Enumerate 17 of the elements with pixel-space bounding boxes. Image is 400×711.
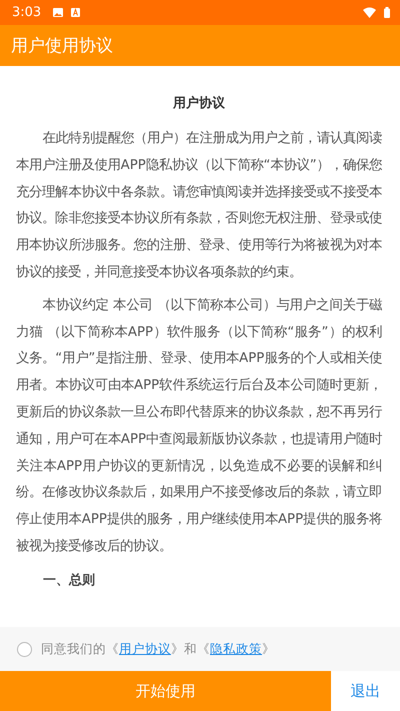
privacy-policy-link[interactable]: 隐私政策 (210, 640, 262, 656)
section-heading: 一、总则 (42, 572, 96, 589)
consent-text: 》和《 (171, 640, 210, 656)
user-agreement-link[interactable]: 用户协议 (119, 640, 171, 656)
agreement-paragraph: 在此特别提醒您（用户）在注册成为用户之前，请认真阅读本用户注册及使用APP隐私协议（以下简称“本协议”），确保您充分理解本协议中各条款。请您审慎阅读并选择接受或不接受本协议。除非您接受本协议所有条款，否则您无权注册、登录或使用本协议所涉服务。您的注册、登录、使用等行为将被视为对本协议的接受，并同意接受本协议各项条款的约束。 (16, 130, 382, 282)
screen-title: 用户使用协议 (11, 35, 113, 57)
document-title: 用户协议 (172, 94, 226, 112)
start-button[interactable]: 开始使用 (0, 671, 331, 711)
consent-text: 同意我们的《 (41, 640, 119, 656)
app-notification-icon (71, 8, 80, 17)
agreement-paragraph: 本协议约定 本公司 （以下简称本公司）与用户之间关于磁力猫 （以下简称本APP）软件服务（以下简称“服务”）的权利义务。“用户”是指注册、登录、使用本APP服务的个人或相关使用者。本协议可由本APP软件系统运行后台及本公司随时更新，更新后的协议条款一旦公布即代替原来的协议条款，恕不再另行通知，用户可在本APP中查阅最新版协议条款，也提请用户随时关注本APP用户协议的更新情况，以免造成不必要的误解和纠纷。在修改协议条款后，如果用户不接受修改后的条款，请立即停止使用本APP提供的服务，用户继续使用本APP提供的服务将被视为接受修改后的协议。 (16, 296, 382, 556)
consent-text: 》 (262, 640, 275, 656)
wifi-icon (363, 7, 376, 18)
agree-radio[interactable] (17, 642, 32, 656)
status-time: 3:03 (12, 5, 42, 20)
image-notification-icon (53, 8, 64, 17)
battery-icon (384, 7, 390, 18)
